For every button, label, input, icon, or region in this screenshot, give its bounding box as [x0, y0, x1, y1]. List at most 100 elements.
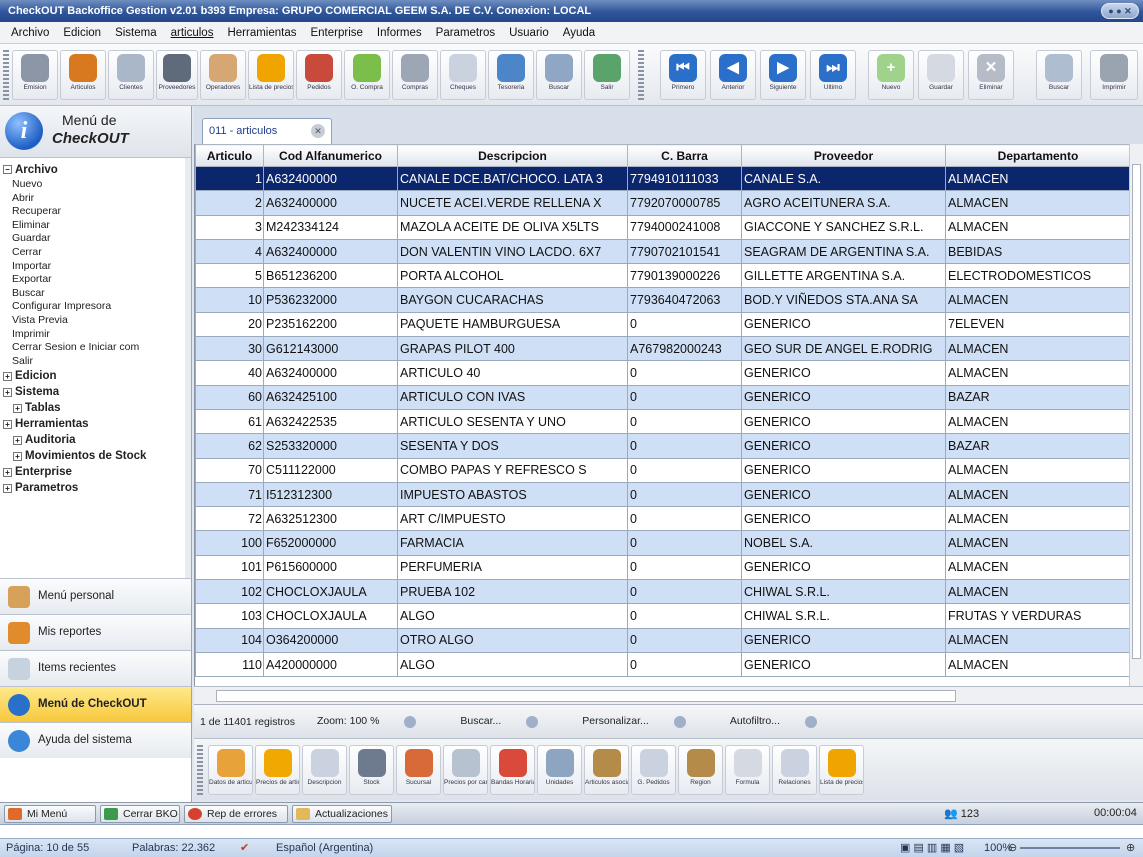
cell-articulo[interactable]: 5	[195, 263, 264, 289]
table-row[interactable]: 20 P235162200 PAQUETE HAMBURGUESA 0 GENERICO…	[195, 311, 1131, 338]
table-row[interactable]: 10 P536232000 BAYGON CUCARACHAS 77936404720…	[195, 287, 1131, 313]
anterior-button[interactable]: ◀ Anterior	[710, 50, 756, 100]
cell-articulo[interactable]: 4	[195, 238, 264, 265]
menu-checkout-button[interactable]: Menú de CheckOUT	[0, 686, 191, 722]
cell-proveedor[interactable]: GENERICO	[741, 627, 946, 653]
task-rep-errores[interactable]: Rep de errores	[184, 805, 288, 823]
menu-enterprise[interactable]: Enterprise	[303, 27, 369, 39]
tree-item[interactable]: Vista Previa	[0, 314, 191, 328]
cell-departamento[interactable]: ALMACEN	[945, 530, 1131, 556]
detail-button[interactable]: Relaciones	[772, 745, 817, 795]
cell-cod-alfanumerico[interactable]: O364200000	[263, 627, 398, 653]
cell-cod-alfanumerico[interactable]: P615600000	[263, 554, 398, 581]
cell-proveedor[interactable]: GENERICO	[741, 506, 946, 532]
pedidos-button[interactable]: Pedidos	[296, 50, 342, 100]
mis-reportes-button[interactable]: Mis reportes	[0, 614, 191, 650]
table-row[interactable]: 62 S253320000 SESENTA Y DOS 0 GENERICO BAZAR	[195, 433, 1131, 459]
detail-button[interactable]: Formula	[725, 745, 770, 795]
cell-cod-alfanumerico[interactable]: B651236200	[263, 263, 398, 289]
cell-c-barra[interactable]: 0	[627, 530, 742, 556]
cell-c-barra[interactable]: 0	[627, 408, 742, 435]
cell-descripcion[interactable]: ARTICULO CON IVAS	[397, 384, 628, 410]
cell-articulo[interactable]: 62	[195, 433, 264, 459]
articulos-button[interactable]: Articulos	[60, 50, 106, 100]
cell-cod-alfanumerico[interactable]: A420000000	[263, 651, 398, 678]
zoom-out-icon[interactable]: ⊖	[1008, 839, 1017, 857]
tree-item[interactable]: Recuperar	[0, 205, 191, 219]
table-row[interactable]: 104 O364200000 OTRO ALGO 0 GENERICO ALMACEN	[195, 627, 1131, 653]
menu-ayuda[interactable]: Ayuda	[556, 27, 602, 39]
cell-descripcion[interactable]: PAQUETE HAMBURGUESA	[397, 311, 628, 338]
cell-departamento[interactable]: ALMACEN	[945, 457, 1131, 483]
cell-descripcion[interactable]: SESENTA Y DOS	[397, 433, 628, 459]
cell-c-barra[interactable]: A767982000243	[627, 336, 742, 362]
cell-proveedor[interactable]: AGRO ACEITUNERA S.A.	[741, 190, 946, 216]
cell-articulo[interactable]: 60	[195, 384, 264, 410]
cell-departamento[interactable]: ALMACEN	[945, 336, 1131, 362]
expand-icon[interactable]: +	[3, 467, 12, 477]
imprimir-button[interactable]: Imprimir	[1090, 50, 1138, 100]
cell-c-barra[interactable]: 0	[627, 384, 742, 410]
compras-button[interactable]: Compras	[392, 50, 438, 100]
cell-departamento[interactable]: ALMACEN	[945, 360, 1131, 386]
lista-de-precios-button[interactable]: Lista de precios	[248, 50, 294, 100]
tree-item[interactable]: − Archivo	[0, 162, 191, 178]
cell-descripcion[interactable]: ALGO	[397, 651, 628, 678]
cell-articulo[interactable]: 30	[195, 336, 264, 362]
expand-icon[interactable]: +	[13, 403, 22, 413]
menu-archivo[interactable]: Archivo	[4, 27, 56, 39]
language-indicator[interactable]: Español (Argentina)	[276, 839, 373, 857]
cell-proveedor[interactable]: GIACCONE Y SANCHEZ S.R.L.	[741, 214, 946, 240]
col-header-descripcion[interactable]: Descripcion	[397, 144, 628, 167]
tree-item[interactable]: Cerrar	[0, 246, 191, 260]
cell-articulo[interactable]: 100	[195, 530, 264, 556]
cell-c-barra[interactable]: 7790139000226	[627, 263, 742, 289]
zoom-in-icon[interactable]	[404, 715, 417, 728]
tree-item[interactable]: + Movimientos de Stock	[0, 448, 191, 464]
cell-cod-alfanumerico[interactable]: CHOCLOXJAULA	[263, 579, 398, 605]
table-row[interactable]: 61 A632422535 ARTICULO SESENTA Y UNO 0 GENER…	[195, 408, 1131, 435]
menu-personal-button[interactable]: Menú personal	[0, 578, 191, 614]
cell-descripcion[interactable]: OTRO ALGO	[397, 627, 628, 653]
cell-departamento[interactable]: ALMACEN	[945, 506, 1131, 532]
orden-compra-button[interactable]: O. Compra	[344, 50, 390, 100]
tree-item[interactable]: Salir	[0, 355, 191, 369]
cell-cod-alfanumerico[interactable]: G612143000	[263, 336, 398, 362]
word-count[interactable]: Palabras: 22.362	[132, 839, 215, 857]
cell-cod-alfanumerico[interactable]: S253320000	[263, 433, 398, 459]
cell-departamento[interactable]: ALMACEN	[945, 481, 1131, 508]
cell-c-barra[interactable]: 0	[627, 651, 742, 678]
cell-descripcion[interactable]: ART C/IMPUESTO	[397, 506, 628, 532]
tree-item[interactable]: + Tablas	[0, 400, 191, 416]
detail-button[interactable]: Bandas Horarias	[490, 745, 535, 795]
cell-descripcion[interactable]: ARTICULO 40	[397, 360, 628, 386]
guardar-button[interactable]: Guardar	[918, 50, 964, 100]
col-header-c-barra[interactable]: C. Barra	[627, 144, 742, 167]
cell-proveedor[interactable]: GENERICO	[741, 384, 946, 410]
tree-item[interactable]: + Enterprise	[0, 464, 191, 480]
cell-proveedor[interactable]: CHIWAL S.R.L.	[741, 579, 946, 605]
expand-icon[interactable]: +	[3, 387, 12, 397]
cell-proveedor[interactable]: CANALE S.A.	[741, 165, 946, 192]
scroll-thumb[interactable]	[1132, 164, 1141, 659]
cell-proveedor[interactable]: GENERICO	[741, 651, 946, 678]
detail-button[interactable]: Lista de precios	[819, 745, 864, 795]
cell-cod-alfanumerico[interactable]: A632425100	[263, 384, 398, 410]
cell-cod-alfanumerico[interactable]: C511122000	[263, 457, 398, 483]
table-row[interactable]: 100 F652000000 FARMACIA 0 NOBEL S.A. ALMACEN	[195, 530, 1131, 556]
cell-descripcion[interactable]: CANALE DCE.BAT/CHOCO. LATA 3	[397, 165, 628, 192]
cell-cod-alfanumerico[interactable]: P235162200	[263, 311, 398, 338]
cell-departamento[interactable]: ALMACEN	[945, 579, 1131, 605]
cell-c-barra[interactable]: 0	[627, 554, 742, 581]
table-row[interactable]: 30 G612143000 GRAPAS PILOT 400 A76798200024…	[195, 336, 1131, 362]
expand-icon[interactable]: +	[3, 483, 12, 493]
cell-proveedor[interactable]: BOD.Y VIÑEDOS STA.ANA SA	[741, 287, 946, 313]
cell-descripcion[interactable]: ARTICULO SESENTA Y UNO	[397, 408, 628, 435]
task-mi-menu[interactable]: Mi Menú	[4, 805, 96, 823]
menu-edicion[interactable]: Edicion	[56, 27, 108, 39]
table-row[interactable]: 72 A632512300 ART C/IMPUESTO 0 GENERICO ALMAC…	[195, 506, 1131, 532]
nuevo-button[interactable]: + Nuevo	[868, 50, 914, 100]
cell-cod-alfanumerico[interactable]: F652000000	[263, 530, 398, 556]
col-header-proveedor[interactable]: Proveedor	[741, 144, 946, 167]
table-row[interactable]: 4 A632400000 DON VALENTIN VINO LACDO. 6X7 7…	[195, 238, 1131, 265]
